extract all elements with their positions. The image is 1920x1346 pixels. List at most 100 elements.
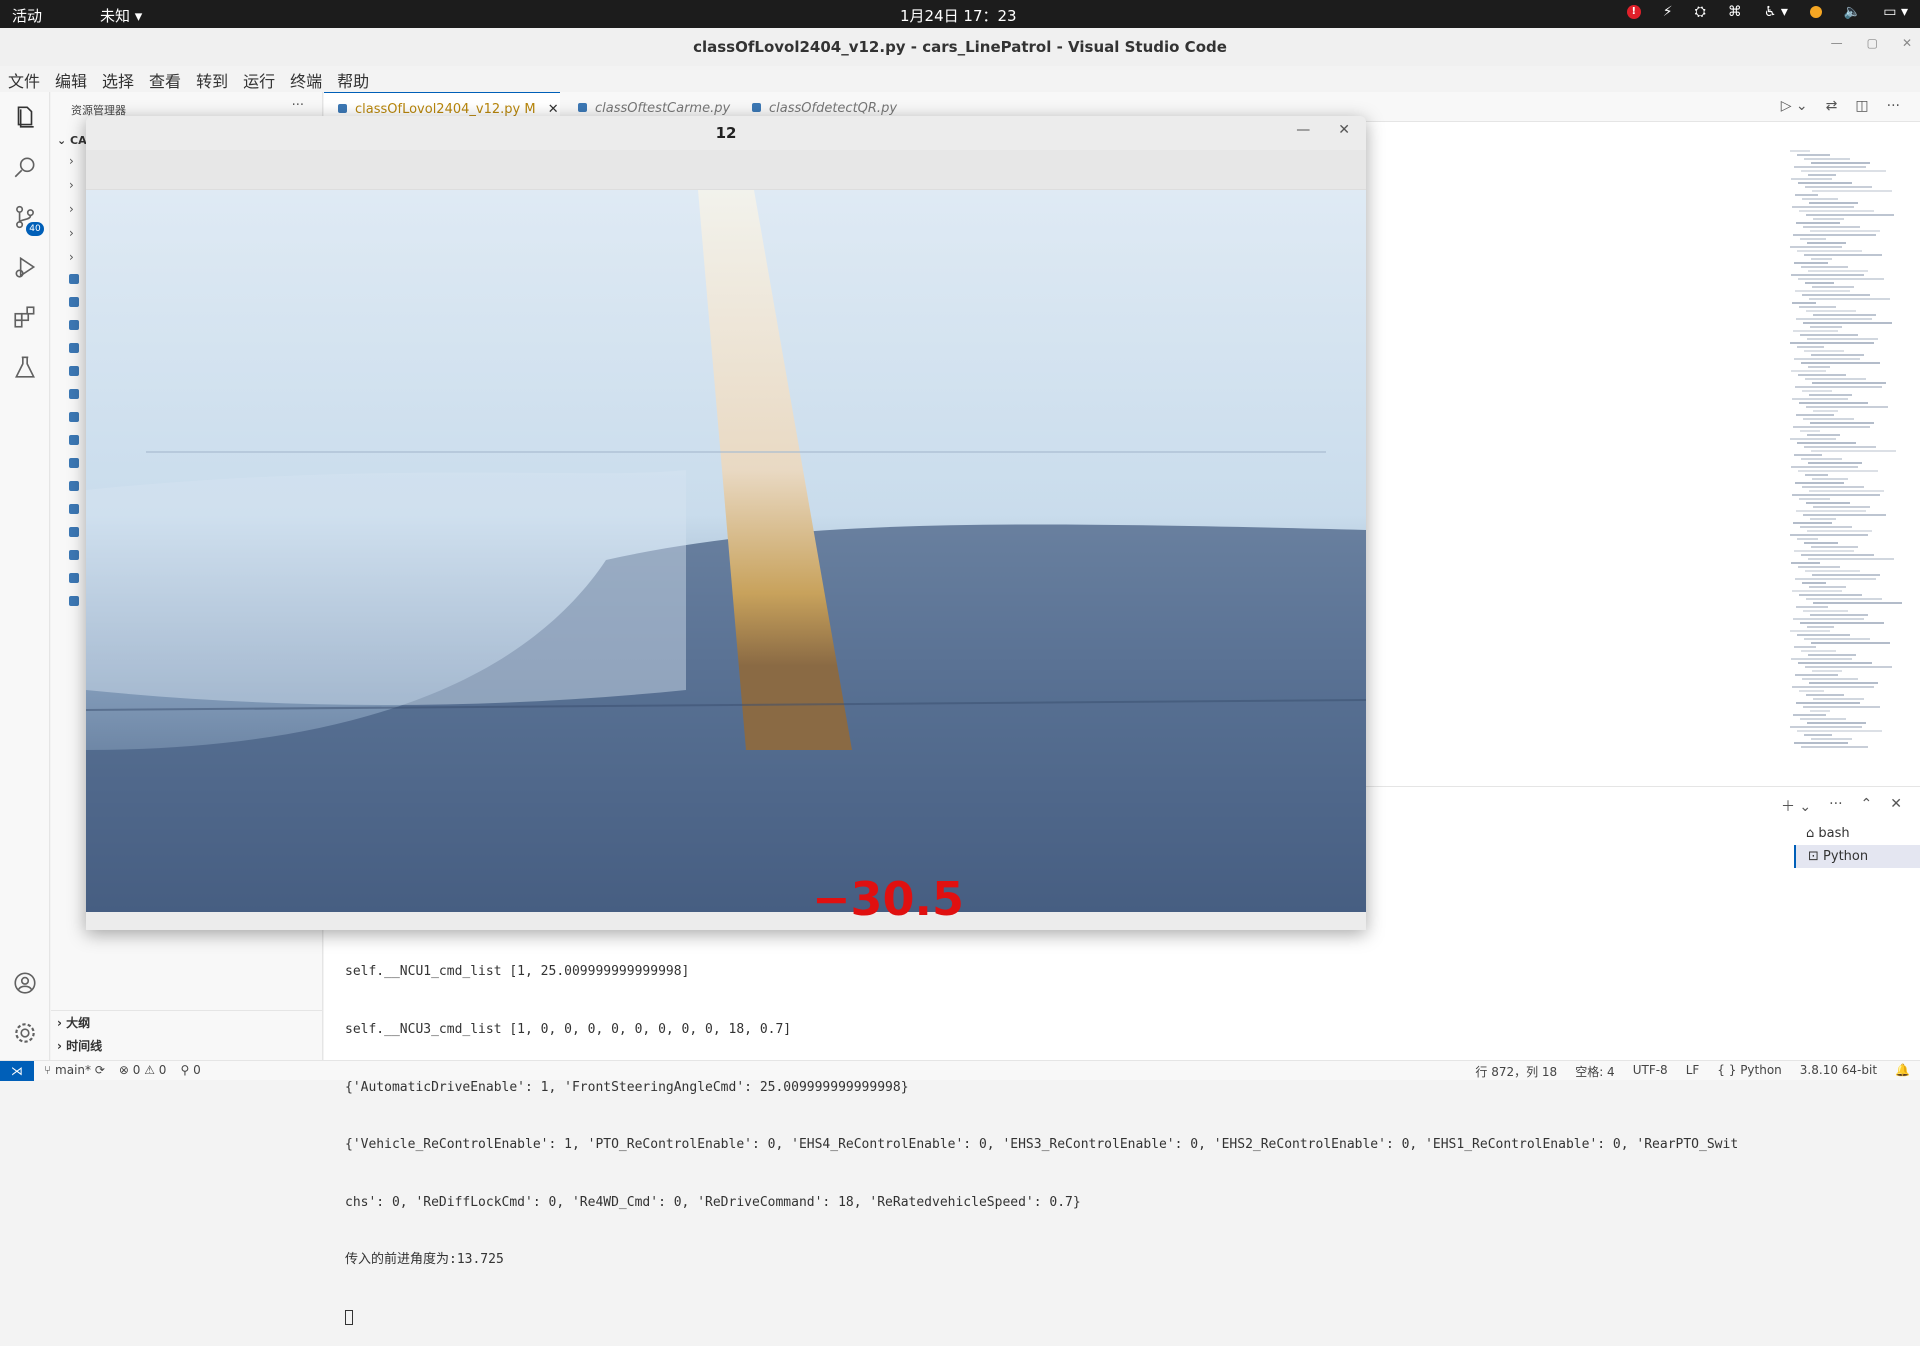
maximize-icon[interactable]: ▢ <box>1867 36 1878 50</box>
menu-file[interactable]: 文件 <box>6 66 47 92</box>
terminal-item-python[interactable]: ⊡ Python <box>1794 845 1920 868</box>
accessibility-icon[interactable]: ♿ ▾ <box>1764 4 1788 20</box>
terminal-item-label: bash <box>1818 826 1850 841</box>
minimap-line <box>1800 430 1820 432</box>
menu-selection[interactable]: 选择 <box>100 66 141 92</box>
python-file-icon[interactable] <box>69 412 79 422</box>
indentation[interactable]: 空格: 4 <box>1575 1063 1615 1080</box>
settings-gear-icon[interactable] <box>12 1020 38 1046</box>
more-actions-icon[interactable]: ··· <box>292 98 304 113</box>
notifications-bell-icon[interactable]: 🔔 <box>1895 1063 1910 1080</box>
camera-window-title: 12 <box>715 124 737 142</box>
battery-icon[interactable]: ▭ ▾ <box>1883 4 1908 20</box>
volume-icon[interactable]: 🔈 <box>1844 4 1861 20</box>
menu-edit[interactable]: 编辑 <box>53 66 94 92</box>
python-file-icon[interactable] <box>69 366 79 376</box>
tree-chevron-icon[interactable]: › <box>69 178 74 192</box>
minimize-icon[interactable]: — <box>1296 122 1310 138</box>
python-file-icon[interactable] <box>69 389 79 399</box>
minimap-line <box>1799 498 1830 500</box>
minimap-line <box>1806 214 1894 216</box>
new-terminal-icon[interactable]: ＋ ⌄ <box>1781 796 1811 816</box>
python-file-icon[interactable] <box>69 297 79 307</box>
alert-icon[interactable]: ! <box>1626 5 1641 19</box>
run-debug-icon[interactable] <box>12 254 38 280</box>
close-panel-icon[interactable]: ✕ <box>1890 796 1902 816</box>
python-file-icon[interactable] <box>69 274 79 284</box>
app-menu-label: 未知 <box>100 7 131 25</box>
maximize-panel-icon[interactable]: ⌃ <box>1861 796 1873 816</box>
minimap-line <box>1808 654 1856 656</box>
outline-section[interactable]: › 大纲 <box>57 1014 90 1031</box>
clock[interactable]: 1月24日 17：23 <box>900 5 1017 26</box>
split-editor-icon[interactable]: ◫ <box>1855 98 1868 114</box>
branch-indicator[interactable]: ⑂ main* ⟳ <box>44 1063 105 1077</box>
menu-terminal[interactable]: 终端 <box>288 66 329 92</box>
app-indicator-icon[interactable]: ⚡ <box>1663 4 1673 20</box>
testing-icon[interactable] <box>12 354 38 380</box>
tree-chevron-icon[interactable]: › <box>69 154 74 168</box>
python-file-icon[interactable] <box>69 573 79 583</box>
ports-indicator[interactable]: ⚲ 0 <box>180 1063 200 1077</box>
terminal-output[interactable]: self.__NCU1_cmd_list [1, 25.009999999999… <box>345 924 1785 1346</box>
timeline-section[interactable]: › 时间线 <box>57 1037 102 1054</box>
python-file-icon[interactable] <box>69 550 79 560</box>
terminal-item-bash[interactable]: ⌂ bash <box>1794 822 1920 845</box>
python-file-icon[interactable] <box>69 527 79 537</box>
minimap-line <box>1797 634 1850 636</box>
more-actions-icon[interactable]: ··· <box>1887 98 1900 114</box>
encoding[interactable]: UTF-8 <box>1633 1063 1668 1080</box>
minimap[interactable] <box>1790 150 1910 770</box>
tree-chevron-icon[interactable]: › <box>69 226 74 240</box>
tab-close-icon[interactable]: ✕ <box>548 102 559 117</box>
tab-label: classOfLovol2404_v12.py <box>355 102 521 117</box>
minimap-line <box>1812 670 1842 672</box>
python-file-icon[interactable] <box>69 596 79 606</box>
extensions-icon[interactable] <box>12 304 38 330</box>
network-app-icon[interactable]: ⛭ <box>1695 4 1706 20</box>
menu-help[interactable]: 帮助 <box>335 66 376 92</box>
command-icon[interactable]: ⌘ <box>1728 4 1742 20</box>
cursor-position[interactable]: 行 872，列 18 <box>1475 1063 1557 1080</box>
python-file-icon[interactable] <box>69 504 79 514</box>
menu-go[interactable]: 转到 <box>194 66 235 92</box>
problems-indicator[interactable]: ⊗ 0 ⚠ 0 <box>119 1063 167 1077</box>
search-icon[interactable] <box>12 154 38 180</box>
minimap-line <box>1809 682 1878 684</box>
python-interpreter[interactable]: 3.8.10 64-bit <box>1800 1063 1877 1080</box>
activities-button[interactable]: 活动 <box>12 5 42 26</box>
close-icon[interactable]: ✕ <box>1902 36 1912 50</box>
minimize-icon[interactable]: — <box>1831 36 1843 50</box>
menu-view[interactable]: 查看 <box>147 66 188 92</box>
language-mode[interactable]: { } Python <box>1717 1063 1782 1080</box>
terminal-line: self.__NCU1_cmd_list [1, 25.009999999999… <box>345 964 690 980</box>
minimap-line <box>1807 722 1866 724</box>
minimap-line <box>1811 258 1832 260</box>
open-changes-icon[interactable]: ⇄ <box>1826 98 1838 114</box>
explorer-icon[interactable] <box>12 104 38 130</box>
minimap-line <box>1810 326 1842 328</box>
workspace-folder[interactable]: ⌄ CA <box>57 134 87 147</box>
camera-window[interactable]: 12 — ✕ −30.5 <box>86 116 1366 930</box>
menu-run[interactable]: 运行 <box>241 66 282 92</box>
window-title: classOfLovol2404_v12.py - cars_LinePatro… <box>693 38 1227 56</box>
more-actions-icon[interactable]: ··· <box>1829 796 1842 816</box>
tree-chevron-icon[interactable]: › <box>69 202 74 216</box>
app-menu[interactable]: 未知 ▾ <box>100 5 142 26</box>
account-icon[interactable] <box>12 970 38 996</box>
python-file-icon[interactable] <box>69 481 79 491</box>
tree-chevron-icon[interactable]: › <box>69 250 74 264</box>
timeline-label: 时间线 <box>66 1039 103 1053</box>
end-of-line[interactable]: LF <box>1686 1063 1700 1080</box>
python-file-icon[interactable] <box>69 343 79 353</box>
minimap-line <box>1806 406 1888 408</box>
remote-indicator-icon[interactable]: ⋊ <box>0 1061 34 1081</box>
python-file-icon[interactable] <box>69 458 79 468</box>
close-icon[interactable]: ✕ <box>1338 122 1350 138</box>
terminal-list: ⌂ bash ⊡ Python <box>1794 822 1920 868</box>
minimap-line <box>1794 166 1866 168</box>
minimap-line <box>1796 318 1872 320</box>
python-file-icon[interactable] <box>69 320 79 330</box>
python-file-icon[interactable] <box>69 435 79 445</box>
run-python-file-icon[interactable]: ▷ ⌄ <box>1781 98 1808 114</box>
